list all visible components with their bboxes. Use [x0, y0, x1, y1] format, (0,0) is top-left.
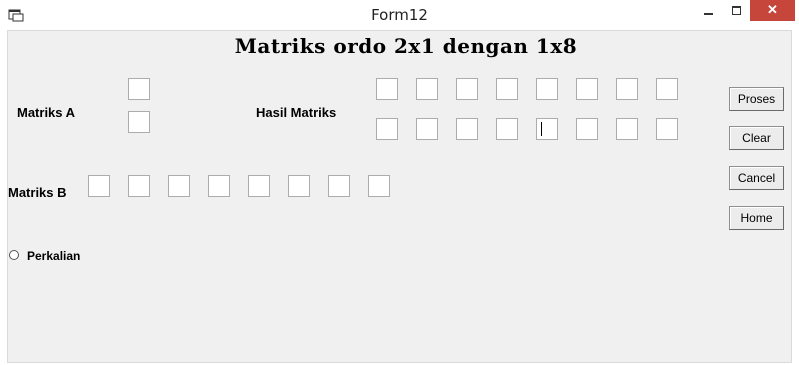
matriks-b-input-6[interactable]: [288, 175, 310, 197]
minimize-icon[interactable]: [694, 0, 722, 21]
matriks-b-input-4[interactable]: [208, 175, 230, 197]
matriks-b-input-1[interactable]: [88, 175, 110, 197]
hasil-r2-c5-input[interactable]: [536, 118, 558, 140]
hasil-r1-c1-input[interactable]: [376, 78, 398, 100]
hasil-r2-c8-input[interactable]: [656, 118, 678, 140]
proses-button[interactable]: Proses: [729, 87, 784, 111]
matriks-a-input-1[interactable]: [128, 78, 150, 100]
hasil-r2-c7-input[interactable]: [616, 118, 638, 140]
matriks-b-input-5[interactable]: [248, 175, 270, 197]
close-icon[interactable]: ✕: [750, 0, 795, 21]
hasil-r1-c5-input[interactable]: [536, 78, 558, 100]
maximize-icon[interactable]: [722, 0, 750, 21]
window-title: Form12: [371, 6, 428, 24]
title-bar: Form12 ✕: [0, 0, 799, 30]
home-button[interactable]: Home: [729, 206, 784, 230]
hasil-r1-c8-input[interactable]: [656, 78, 678, 100]
form-heading: Matriks ordo 2x1 dengan 1x8: [234, 34, 578, 58]
hasil-r1-c6-input[interactable]: [576, 78, 598, 100]
radio-button[interactable]: [9, 250, 19, 260]
form-client-area: Matriks ordo 2x1 dengan 1x8 Matriks A Ha…: [7, 30, 792, 363]
hasil-r1-c2-input[interactable]: [416, 78, 438, 100]
clear-button[interactable]: Clear: [729, 126, 784, 150]
text-caret: [541, 122, 542, 136]
hasil-r2-c4-input[interactable]: [496, 118, 518, 140]
hasil-r1-c4-input[interactable]: [496, 78, 518, 100]
matriks-b-input-7[interactable]: [328, 175, 350, 197]
matriks-a-input-2[interactable]: [128, 111, 150, 133]
matriks-b-input-8[interactable]: [368, 175, 390, 197]
hasil-r2-c3-input[interactable]: [456, 118, 478, 140]
hasil-r2-c2-input[interactable]: [416, 118, 438, 140]
hasil-r2-c1-input[interactable]: [376, 118, 398, 140]
hasil-r1-c7-input[interactable]: [616, 78, 638, 100]
matriks-a-label: Matriks A: [17, 105, 76, 120]
hasil-matriks-label: Hasil Matriks: [256, 105, 337, 120]
matriks-b-input-3[interactable]: [168, 175, 190, 197]
cancel-button[interactable]: Cancel: [729, 166, 784, 190]
hasil-r2-c6-input[interactable]: [576, 118, 598, 140]
perkalian-label: Perkalian: [27, 249, 81, 263]
matriks-b-label: Matriks B: [8, 185, 67, 200]
hasil-r1-c3-input[interactable]: [456, 78, 478, 100]
matriks-b-input-2[interactable]: [128, 175, 150, 197]
